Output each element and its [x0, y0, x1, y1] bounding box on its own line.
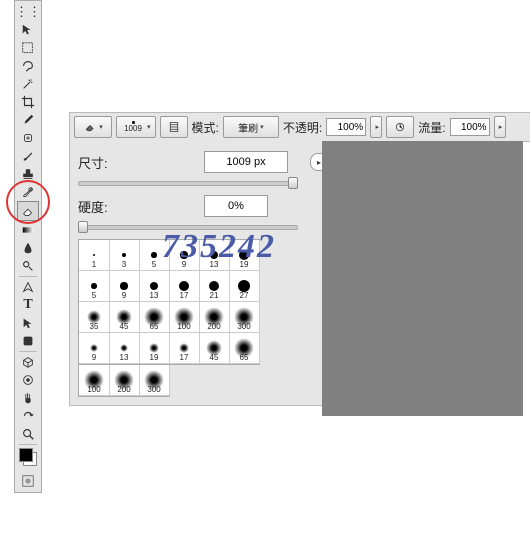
- tool-preset-picker[interactable]: ▾: [74, 116, 112, 138]
- brush-preset[interactable]: 65: [229, 333, 260, 364]
- brush-preset[interactable]: 200: [199, 302, 230, 333]
- marquee-tool[interactable]: [18, 39, 38, 57]
- brush-preset[interactable]: 5: [79, 271, 110, 302]
- zoom-tool[interactable]: [18, 425, 38, 443]
- flow-input[interactable]: [450, 118, 490, 136]
- brush-preset[interactable]: 5: [139, 240, 170, 271]
- brush-preset[interactable]: 35: [79, 302, 110, 333]
- brush-preset-grid: 1359131959131721273545651002003009131917…: [78, 239, 260, 365]
- brush-preset[interactable]: 19: [139, 333, 170, 364]
- lasso-tool[interactable]: [18, 57, 38, 75]
- grip[interactable]: ⋮⋮: [18, 3, 38, 21]
- blur-tool[interactable]: [18, 239, 38, 257]
- move-tool[interactable]: [18, 21, 38, 39]
- brush-preset[interactable]: 100: [79, 365, 110, 396]
- brush-preset[interactable]: 13: [199, 240, 230, 271]
- heal-tool[interactable]: [18, 129, 38, 147]
- dodge-tool[interactable]: [18, 257, 38, 275]
- brush-preset[interactable]: 45: [199, 333, 230, 364]
- brush-preset[interactable]: 27: [229, 271, 260, 302]
- brush-size-display: 1009: [124, 124, 142, 133]
- gradient-tool[interactable]: [18, 221, 38, 239]
- brush-preset[interactable]: 9: [79, 333, 110, 364]
- path-select-tool[interactable]: [18, 314, 38, 332]
- size-slider[interactable]: [78, 177, 298, 187]
- mode-select[interactable]: 筆刷▾: [223, 116, 279, 138]
- brush-preset[interactable]: 200: [109, 365, 140, 396]
- brush-preset[interactable]: 13: [139, 271, 170, 302]
- brush-tool[interactable]: [18, 147, 38, 165]
- color-swatches[interactable]: [19, 448, 37, 466]
- tools-toolbar: ⋮⋮ T: [14, 0, 42, 493]
- options-bar: ▾ 1009▾ 模式: 筆刷▾ 不透明: ▸ 流量: ▸: [69, 112, 530, 142]
- brush-preset[interactable]: 300: [229, 302, 260, 333]
- eraser-tool[interactable]: [17, 201, 39, 221]
- eyedropper-tool[interactable]: [18, 111, 38, 129]
- type-tool[interactable]: T: [18, 296, 38, 314]
- crop-tool[interactable]: [18, 93, 38, 111]
- hardness-slider[interactable]: [78, 221, 298, 231]
- wand-tool[interactable]: [18, 75, 38, 93]
- brush-preset[interactable]: 1: [79, 240, 110, 271]
- stamp-tool[interactable]: [18, 165, 38, 183]
- brush-preset[interactable]: 100: [169, 302, 200, 333]
- 3d-tool[interactable]: [18, 353, 38, 371]
- brush-panel-toggle[interactable]: [160, 116, 188, 138]
- quickmask-tool[interactable]: [18, 472, 38, 490]
- document-canvas[interactable]: [322, 141, 523, 416]
- pen-tool[interactable]: [18, 278, 38, 296]
- brush-preset[interactable]: 13: [109, 333, 140, 364]
- brush-preset[interactable]: 9: [109, 271, 140, 302]
- brush-preset[interactable]: 17: [169, 333, 200, 364]
- mode-label: 模式:: [192, 119, 219, 136]
- brush-preset-picker[interactable]: 1009▾: [116, 116, 156, 138]
- flow-arrow[interactable]: ▸: [494, 116, 506, 138]
- brush-preset[interactable]: 17: [169, 271, 200, 302]
- shape-tool[interactable]: [18, 332, 38, 350]
- brush-preset[interactable]: 65: [139, 302, 170, 333]
- brush-preset[interactable]: 19: [229, 240, 260, 271]
- flow-label: 流量:: [418, 119, 445, 136]
- history-brush-tool[interactable]: [18, 183, 38, 201]
- opacity-label: 不透明:: [283, 119, 322, 136]
- opacity-input[interactable]: [326, 118, 366, 136]
- hand-tool[interactable]: [18, 389, 38, 407]
- opacity-arrow[interactable]: ▸: [370, 116, 382, 138]
- brush-preset[interactable]: 3: [109, 240, 140, 271]
- 3d-camera-tool[interactable]: [18, 371, 38, 389]
- size-label: 尺寸:: [78, 153, 134, 172]
- rotate-tool[interactable]: [18, 407, 38, 425]
- brush-preset[interactable]: 300: [139, 365, 170, 396]
- size-input[interactable]: [204, 151, 288, 173]
- brush-preset[interactable]: 21: [199, 271, 230, 302]
- brush-preset-grid-extra: 100200300: [78, 365, 170, 397]
- brush-preset[interactable]: 9: [169, 240, 200, 271]
- brush-settings-panel: 尺寸: ▸ 硬度: 135913195913172127354565100200…: [69, 141, 337, 406]
- brush-preset[interactable]: 45: [109, 302, 140, 333]
- pressure-opacity-toggle[interactable]: [386, 116, 414, 138]
- hardness-input[interactable]: [204, 195, 268, 217]
- hardness-label: 硬度:: [78, 197, 134, 216]
